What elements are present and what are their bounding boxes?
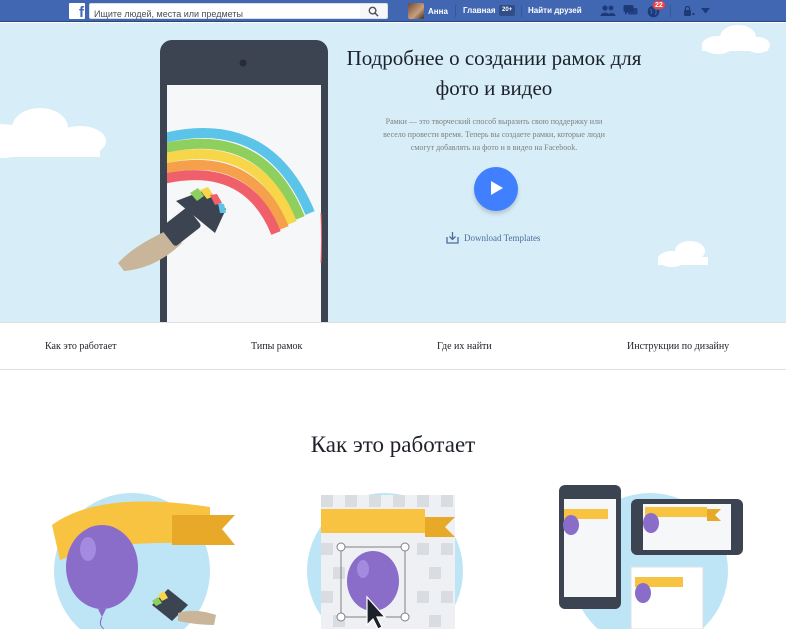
hero-description-line: смогут добавлять на фото и в видео на Fa… xyxy=(410,143,578,152)
section-tab-how-it-works[interactable]: Как это работает xyxy=(45,341,117,352)
search-button[interactable] xyxy=(360,3,388,19)
avatar xyxy=(408,3,424,19)
search-icon xyxy=(368,6,379,17)
profile-link[interactable]: Анна xyxy=(408,2,448,20)
friend-requests-icon[interactable] xyxy=(600,4,616,17)
hero-title-line: фото и видео xyxy=(435,76,553,100)
section-title: Как это работает xyxy=(310,432,476,457)
hero-description: Рамки — это творческий способ выразить с… xyxy=(358,115,630,154)
cloud-right-icon xyxy=(702,25,770,54)
search-input[interactable] xyxy=(90,7,360,21)
messages-icon[interactable] xyxy=(623,4,638,17)
download-icon xyxy=(446,232,459,244)
privacy-lock-icon[interactable] xyxy=(683,6,695,16)
cloud-bottom-icon xyxy=(658,241,708,267)
hero-description-line: весело провести время. Теперь вы создает… xyxy=(383,130,605,139)
download-templates-link[interactable]: Download Templates xyxy=(446,231,540,244)
search-box xyxy=(89,3,361,21)
facebook-logo-icon[interactable]: f xyxy=(69,3,85,21)
account-menu-chevron-down-icon[interactable] xyxy=(701,8,710,14)
home-badge: 20+ xyxy=(499,5,516,16)
cloud-left-icon xyxy=(0,108,106,158)
play-icon xyxy=(491,181,503,195)
section-tab-design-guidelines[interactable]: Инструкции по дизайну xyxy=(627,341,729,352)
nav-divider xyxy=(521,5,522,17)
top-navigation-bar: f Анна Главная 20+ Найти друзей 22 xyxy=(0,0,786,22)
nav-divider xyxy=(670,5,671,17)
profile-name: Анна xyxy=(428,6,448,16)
section-tab-where-to-find[interactable]: Где их найти xyxy=(437,341,492,352)
hero-title: Подробнее о создании рамок для фото и ви… xyxy=(330,43,658,103)
step-share-illustration xyxy=(559,485,743,629)
hero-description-line: Рамки — это творческий способ выразить с… xyxy=(385,117,603,126)
section-navigation: Как это работает Типы рамок Где их найти… xyxy=(0,322,786,370)
play-video-button[interactable] xyxy=(474,167,518,211)
step-upload-illustration xyxy=(307,493,463,629)
hero-title-line: Подробнее о создании рамок для xyxy=(346,46,642,70)
section-tab-frame-types[interactable]: Типы рамок xyxy=(251,341,302,352)
nav-divider xyxy=(455,5,456,17)
notifications-badge: 22 xyxy=(652,0,666,10)
hero-banner: Подробнее о создании рамок для фото и ви… xyxy=(0,23,786,322)
find-friends-link[interactable]: Найти друзей xyxy=(528,6,582,15)
step-create-illustration xyxy=(52,493,235,629)
phone-icon xyxy=(160,40,328,322)
download-templates-label: Download Templates xyxy=(464,232,541,243)
home-link[interactable]: Главная xyxy=(463,6,496,15)
